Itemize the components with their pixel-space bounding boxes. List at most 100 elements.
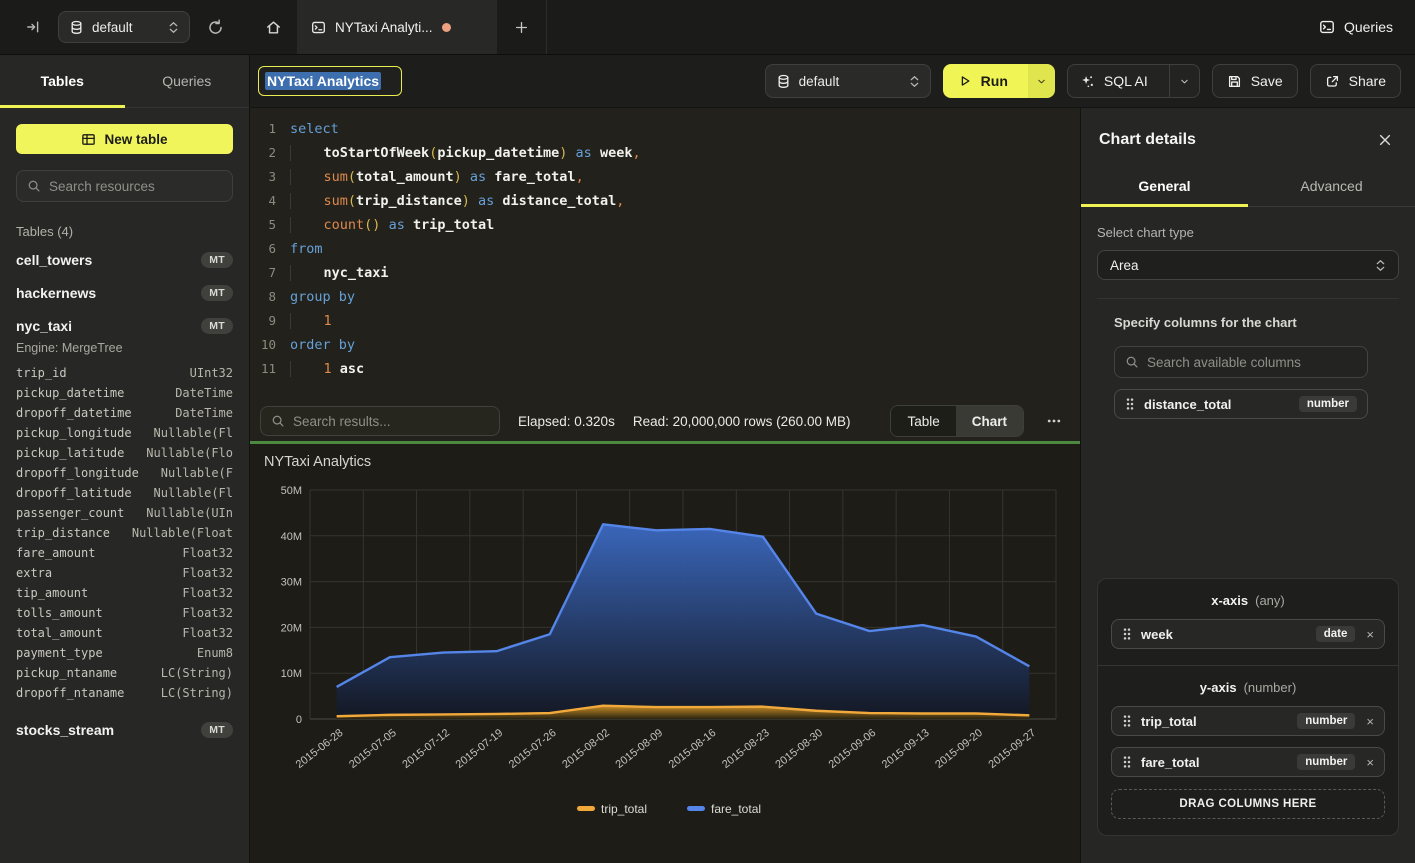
column-type: Enum8 bbox=[197, 646, 233, 660]
column-name: dropoff_ntaname bbox=[16, 686, 124, 700]
engine-badge: MT bbox=[201, 318, 233, 334]
collapse-sidebar-icon[interactable] bbox=[20, 14, 46, 40]
engine-badge: MT bbox=[201, 285, 233, 301]
sidebar-tab-tables[interactable]: Tables bbox=[0, 55, 125, 107]
database-selector[interactable]: default bbox=[58, 11, 190, 43]
chevron-down-icon bbox=[1036, 76, 1047, 87]
column-type: Float32 bbox=[182, 606, 233, 620]
new-table-button[interactable]: New table bbox=[16, 124, 233, 154]
drag-handle-icon[interactable] bbox=[1125, 397, 1135, 411]
run-button[interactable]: Run bbox=[943, 64, 1028, 98]
query-title-text: NYTaxi Analytics bbox=[265, 72, 381, 90]
sparkle-icon bbox=[1080, 74, 1095, 89]
search-icon bbox=[27, 179, 41, 193]
line-number: 3 bbox=[250, 165, 276, 189]
remove-column-icon[interactable]: × bbox=[1364, 715, 1374, 728]
column-row: tolls_amountFloat32 bbox=[16, 603, 233, 623]
line-number: 8 bbox=[250, 285, 276, 309]
table-row[interactable]: hackernews MT bbox=[16, 276, 233, 309]
column-name: pickup_latitude bbox=[16, 446, 124, 460]
share-button[interactable]: Share bbox=[1310, 64, 1401, 98]
column-row: total_amountFloat32 bbox=[16, 623, 233, 643]
sql-ai-button[interactable]: SQL AI bbox=[1068, 65, 1160, 97]
column-search-input[interactable] bbox=[1147, 355, 1357, 370]
table-name: nyc_taxi bbox=[16, 318, 72, 334]
view-toggle-table[interactable]: Table bbox=[891, 406, 955, 436]
column-chip[interactable]: distance_totalnumber bbox=[1114, 389, 1368, 419]
column-row: pickup_latitude Nullable(Flo bbox=[16, 443, 233, 463]
table-name: hackernews bbox=[16, 285, 96, 301]
sql-ai-options-button[interactable] bbox=[1169, 65, 1199, 97]
queries-button[interactable]: Queries bbox=[1319, 19, 1393, 35]
remove-column-icon[interactable]: × bbox=[1364, 756, 1374, 769]
share-button-label: Share bbox=[1349, 73, 1386, 89]
home-button[interactable] bbox=[250, 0, 297, 54]
table-row[interactable]: nyc_taxi MT bbox=[16, 309, 233, 342]
unsaved-indicator bbox=[442, 23, 451, 32]
column-row: dropoff_latitudeNullable(Fl bbox=[16, 483, 233, 503]
sidebar-tab-queries-label: Queries bbox=[162, 73, 211, 89]
code-line: 1select bbox=[250, 117, 1080, 141]
table-row[interactable]: cell_towersMT bbox=[16, 243, 233, 276]
drag-handle-icon[interactable] bbox=[1122, 627, 1132, 641]
chevron-updown-icon bbox=[1375, 259, 1386, 272]
column-chip[interactable]: trip_totalnumber× bbox=[1111, 706, 1385, 736]
drop-zone[interactable]: DRAG COLUMNS HERE bbox=[1111, 789, 1385, 819]
available-columns-list: distance_totalnumber bbox=[1114, 389, 1368, 419]
column-chip[interactable]: week date × bbox=[1111, 619, 1385, 649]
column-type: DateTime bbox=[175, 406, 233, 420]
query-title-input[interactable]: NYTaxi Analytics bbox=[258, 66, 402, 96]
refresh-icon[interactable] bbox=[202, 14, 228, 40]
editor-column: 1select2 toStartOfWeek(pickup_datetime) … bbox=[250, 108, 1080, 863]
sidebar-tab-tables-label: Tables bbox=[41, 73, 84, 89]
drag-handle-icon[interactable] bbox=[1122, 755, 1132, 769]
new-tab-button[interactable] bbox=[497, 0, 547, 54]
column-chip[interactable]: fare_totalnumber× bbox=[1111, 747, 1385, 777]
remove-column-icon[interactable]: × bbox=[1364, 628, 1374, 641]
chart-type-select[interactable]: Area bbox=[1097, 250, 1399, 280]
tab-title: NYTaxi Analyti... bbox=[335, 20, 433, 35]
toolbar-database-selector[interactable]: default bbox=[765, 64, 931, 98]
code-line: 2 toStartOfWeek(pickup_datetime) as week… bbox=[250, 141, 1080, 165]
close-icon[interactable] bbox=[1375, 130, 1395, 150]
chart-details-panel: Chart details General Advanced Select ch… bbox=[1080, 108, 1415, 863]
code-line: 11 1 asc bbox=[250, 357, 1080, 381]
chevron-updown-icon bbox=[168, 21, 179, 34]
query-toolbar: NYTaxi Analytics default Run bbox=[250, 55, 1415, 108]
svg-text:20M: 20M bbox=[281, 622, 302, 634]
sidebar-tab-queries[interactable]: Queries bbox=[125, 55, 250, 107]
save-button-label: Save bbox=[1251, 73, 1283, 89]
svg-text:2015-07-19: 2015-07-19 bbox=[454, 727, 506, 771]
results-search-input[interactable] bbox=[293, 414, 489, 429]
more-options-icon[interactable] bbox=[1042, 409, 1066, 433]
top-bar-left: default bbox=[0, 0, 250, 54]
tab-advanced[interactable]: Advanced bbox=[1248, 166, 1415, 206]
resource-search-input[interactable] bbox=[49, 179, 222, 194]
tables-list: cell_towersMThackernewsMTnyc_taxiMTEngin… bbox=[16, 243, 233, 746]
chip-column-name: week bbox=[1141, 627, 1173, 642]
table-row[interactable]: stocks_streamMT bbox=[16, 713, 233, 746]
svg-text:2015-06-28: 2015-06-28 bbox=[294, 727, 346, 771]
sql-editor[interactable]: 1select2 toStartOfWeek(pickup_datetime) … bbox=[250, 108, 1080, 401]
sql-ai-button-group: SQL AI bbox=[1067, 64, 1200, 98]
terminal-icon bbox=[1319, 19, 1335, 35]
y-axis-hint: (number) bbox=[1244, 680, 1297, 695]
svg-text:2015-09-27: 2015-09-27 bbox=[986, 727, 1038, 771]
column-type: Nullable(Flo bbox=[146, 446, 233, 460]
drag-handle-icon[interactable] bbox=[1122, 714, 1132, 728]
save-button[interactable]: Save bbox=[1212, 64, 1298, 98]
query-tab[interactable]: NYTaxi Analyti... bbox=[297, 0, 497, 54]
tab-general[interactable]: General bbox=[1081, 166, 1248, 206]
run-options-button[interactable] bbox=[1028, 64, 1055, 98]
search-icon bbox=[271, 414, 285, 428]
panel-title: Chart details bbox=[1099, 131, 1196, 149]
y-axis-section: y-axis (number) trip_totalnumber× fare_tot… bbox=[1098, 665, 1398, 835]
svg-text:2015-08-30: 2015-08-30 bbox=[773, 727, 825, 771]
column-type: Float32 bbox=[182, 626, 233, 640]
view-toggle-chart[interactable]: Chart bbox=[956, 406, 1023, 436]
type-badge: date bbox=[1316, 626, 1356, 642]
y-axis-label: y-axis bbox=[1200, 680, 1237, 695]
column-row: tip_amountFloat32 bbox=[16, 583, 233, 603]
line-number: 10 bbox=[250, 333, 276, 357]
chevron-updown-icon bbox=[909, 75, 920, 88]
